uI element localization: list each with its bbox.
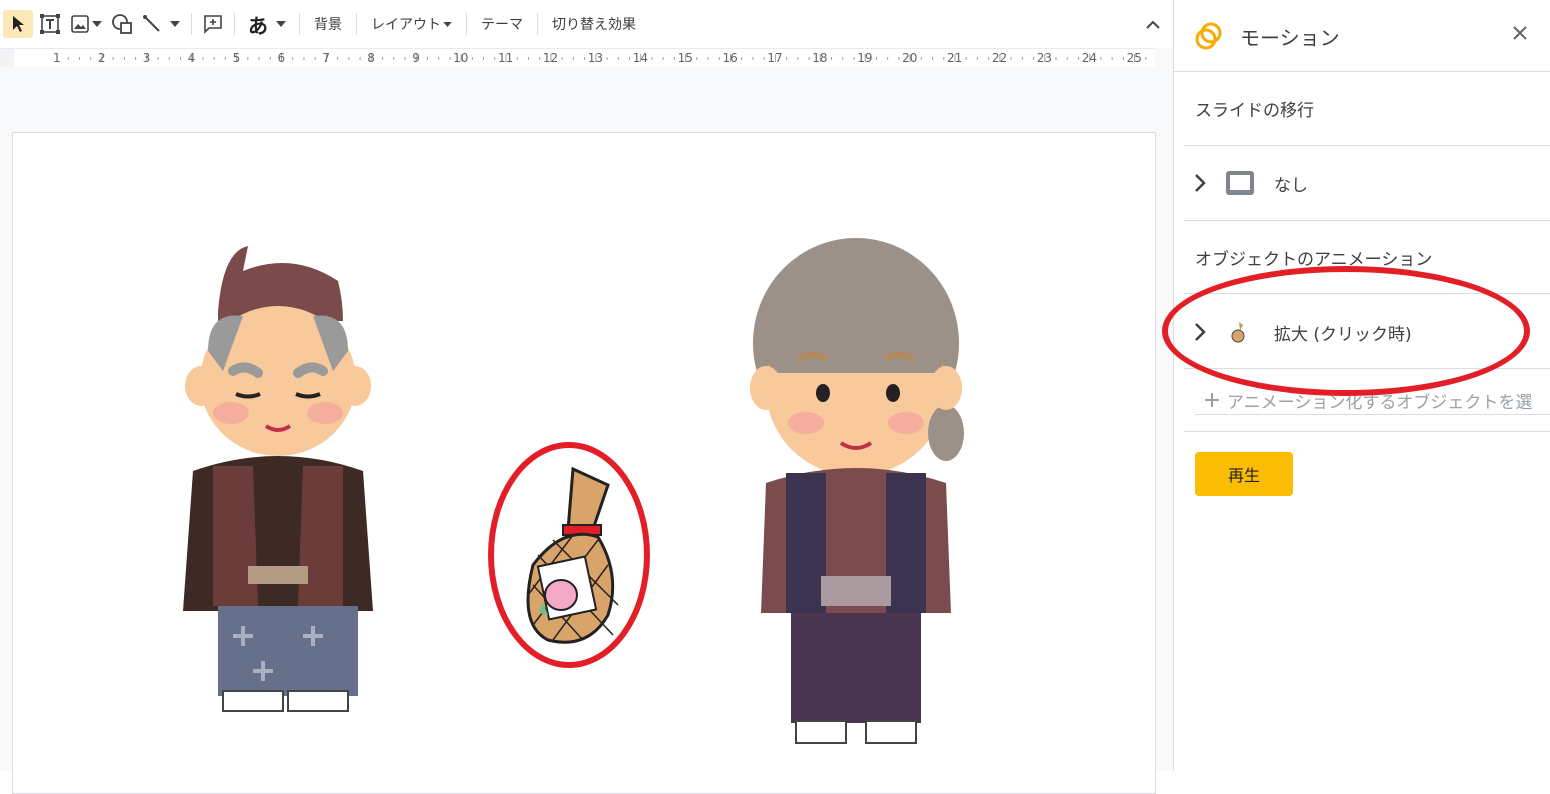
slide-transition-heading: スライドの移行: [1195, 101, 1314, 121]
section-divider: [1184, 431, 1550, 432]
close-panel-button[interactable]: [1511, 24, 1529, 46]
ruler-number: 17: [767, 51, 783, 65]
ruler-number: 5: [232, 51, 241, 65]
ruler-number: 11: [498, 51, 514, 65]
motion-icon: [1195, 22, 1222, 50]
layout-label: レイアウト: [371, 17, 441, 33]
textbox-tool[interactable]: [37, 10, 63, 38]
horizontal-ruler: 1 2 3 4 5 6 7 8 9 10 11 12 13 14 15 16 17 18 19 20 21 22 23 24 2…: [0, 48, 1155, 67]
transition-none-icon: [1226, 171, 1254, 195]
ruler-number: 24: [1081, 51, 1097, 65]
ruler-number: 21: [947, 51, 963, 65]
ruler-number: 12: [542, 51, 559, 65]
ruler-number: 23: [1036, 51, 1053, 65]
ruler-number: 3: [142, 51, 151, 65]
annotation-circle-panel: [1162, 266, 1530, 396]
shape-icon: [112, 14, 132, 34]
chevron-right-icon: [1195, 174, 1206, 192]
ruler-number: 8: [367, 51, 375, 65]
cursor-icon: [13, 16, 24, 32]
ruler-number: 13: [587, 51, 604, 65]
textbox-icon: [40, 14, 60, 34]
select-tool[interactable]: [3, 10, 33, 38]
section-divider: [1184, 220, 1550, 221]
ruler-number: 7: [322, 51, 331, 65]
ruler-number: 15: [677, 51, 693, 65]
text-style-label: あ: [248, 13, 268, 38]
ruler-number: 16: [722, 51, 738, 65]
ruler-number: 18: [812, 51, 828, 65]
dropdown-arrow-icon: [170, 21, 180, 27]
panel-title: モーション: [1240, 26, 1340, 50]
toolbar: あ 背景 レイアウト テーマ 切り替え効果: [0, 0, 1173, 48]
add-comment-icon: [204, 15, 222, 34]
old-man-illustration[interactable]: [163, 241, 393, 731]
line-icon: [143, 15, 160, 32]
toolbar-divider: [191, 13, 192, 35]
collapse-toolbar-button[interactable]: [1145, 14, 1161, 33]
theme-button[interactable]: テーマ: [475, 14, 529, 34]
ruler-track: [14, 49, 1155, 67]
ruler-number: 25: [1126, 51, 1142, 65]
ruler-number: 6: [277, 51, 286, 65]
close-icon: [1513, 26, 1527, 40]
ruler-number: 1: [53, 51, 61, 65]
dropdown-arrow-icon: [276, 21, 286, 27]
image-icon: [70, 15, 89, 33]
text-style-button[interactable]: あ: [243, 10, 291, 38]
play-button[interactable]: 再生: [1195, 452, 1293, 496]
ruler-number: 2: [97, 51, 106, 65]
ruler-number: 19: [857, 51, 873, 65]
background-button[interactable]: 背景: [308, 14, 348, 34]
layout-button[interactable]: レイアウト: [365, 14, 458, 34]
panel-header: モーション: [1174, 0, 1550, 72]
slide-transition-row[interactable]: なし: [1174, 146, 1550, 220]
toolbar-divider: [234, 13, 235, 35]
canvas-scroll-edge: [1155, 48, 1173, 771]
ruler-number: 10: [453, 51, 469, 65]
ruler-number: 14: [632, 51, 648, 65]
insert-comment-button[interactable]: [200, 10, 226, 38]
transition-value: なし: [1274, 176, 1308, 196]
line-tool[interactable]: [139, 10, 183, 38]
toolbar-divider: [537, 13, 538, 35]
dropdown-arrow-icon: [91, 21, 102, 27]
old-woman-illustration[interactable]: [741, 233, 971, 753]
plus-icon: [1205, 393, 1219, 407]
ruler-number: 9: [412, 51, 420, 65]
toolbar-divider: [466, 13, 467, 35]
ruler-number: 22: [991, 51, 1008, 65]
chevron-up-icon: [1146, 20, 1160, 29]
transition-button[interactable]: 切り替え効果: [546, 14, 642, 34]
ruler-number: 20: [902, 51, 918, 65]
dropdown-arrow-icon: [443, 21, 452, 27]
toolbar-divider: [299, 13, 300, 35]
ruler-number: 4: [187, 51, 196, 65]
ruler-ticks: [56, 54, 1147, 62]
shape-tool[interactable]: [109, 10, 135, 38]
annotation-circle-slide: [488, 442, 650, 668]
toolbar-divider: [356, 13, 357, 35]
image-tool[interactable]: [67, 10, 105, 38]
